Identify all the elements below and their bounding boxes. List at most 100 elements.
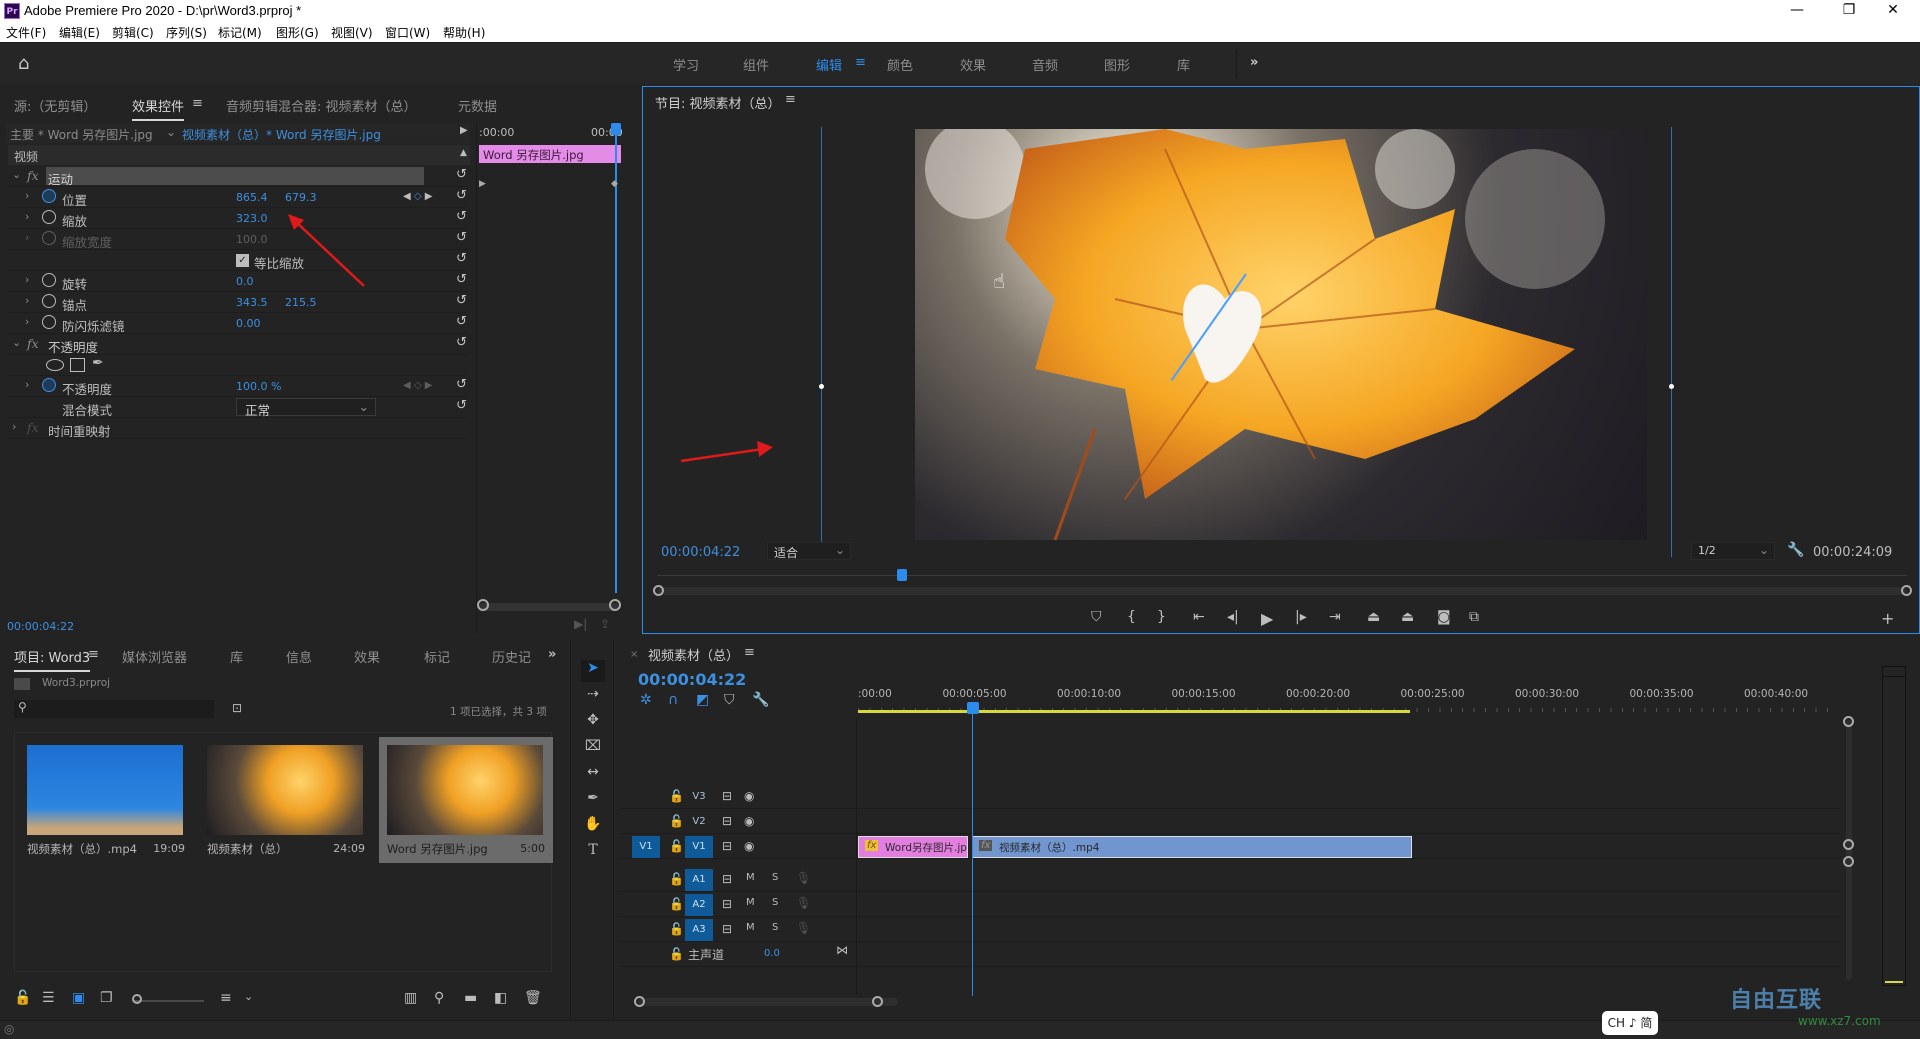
project-search-input[interactable]: ⚲ (14, 700, 214, 718)
workspace-editing[interactable]: 编辑 (816, 55, 842, 74)
restore-button[interactable]: ❐ (1826, 0, 1872, 22)
effect-motion[interactable]: ⌄ fx 运动 ↺ (8, 166, 468, 187)
resolution-select[interactable]: 1/2 ⌄ (1691, 542, 1775, 560)
vertical-scrollbar[interactable] (1846, 720, 1852, 980)
bounding-box-right[interactable] (1671, 127, 1672, 557)
zoom-slider-handle[interactable] (132, 994, 142, 1004)
solo-button[interactable]: S (772, 897, 778, 908)
blend-mode-select[interactable]: 正常 ⌄ (236, 398, 376, 418)
program-timecode[interactable]: 00:00:04:22 (661, 545, 740, 560)
mute-button[interactable]: M (746, 922, 755, 933)
minimize-button[interactable]: — (1774, 0, 1820, 22)
opacity-value[interactable]: 100.0 % (236, 380, 281, 393)
audio-track[interactable]: 🔓 A1 ⊟ M S 🎙 (620, 868, 1840, 892)
mini-playhead[interactable] (615, 123, 617, 593)
home-icon[interactable]: ⌂ (18, 55, 38, 73)
lock-icon[interactable]: 🔓 (669, 947, 684, 961)
solo-button[interactable]: S (772, 872, 778, 883)
sequence-clip-label[interactable]: 视频素材（总）* Word 另存图片.jpg (182, 126, 381, 143)
lift-icon[interactable]: ⏏ (1367, 609, 1380, 625)
expand-icon[interactable]: › (12, 420, 16, 433)
master-clip-label[interactable]: 主要 * Word 另存图片.jpg (10, 126, 153, 143)
project-item[interactable]: 视频素材（总）.mp4 19:09 (19, 737, 193, 863)
slip-tool-icon[interactable]: ↔ (581, 764, 605, 780)
workspace-learn[interactable]: 学习 (673, 55, 699, 74)
sync-lock-icon[interactable]: ⊟ (722, 814, 732, 828)
panel-menu-icon[interactable]: ≡ (785, 92, 796, 107)
microphone-icon[interactable]: 🎙 (796, 896, 811, 910)
audio-track[interactable]: 🔓 A3 ⊟ M S 🎙 (620, 918, 1840, 942)
sync-lock-icon[interactable]: ⊟ (722, 897, 732, 911)
reset-icon[interactable]: ↺ (456, 314, 467, 329)
zoom-slider[interactable] (134, 1000, 204, 1002)
sync-lock-icon[interactable]: ⊟ (722, 789, 732, 803)
toggle-timeline-icon[interactable]: ▶ (460, 125, 468, 136)
scroll-handle-top[interactable] (1843, 716, 1854, 727)
add-marker-icon[interactable]: ⛉ (724, 692, 735, 708)
microphone-icon[interactable]: 🎙 (796, 871, 811, 885)
filter-play-icon[interactable]: ▶| (574, 617, 587, 631)
fx-icon[interactable]: fx (27, 168, 39, 183)
checkbox[interactable]: ✓ (236, 254, 249, 267)
expand-icon[interactable]: › (25, 231, 29, 244)
selection-tool-icon[interactable]: ➤ (581, 660, 605, 682)
hand-tool-icon[interactable]: ✋ (581, 816, 605, 832)
scroll-handle-left[interactable] (653, 585, 664, 596)
fx-badge-icon[interactable]: fx (865, 840, 879, 851)
tab-project[interactable]: 项目: Word3 (14, 647, 91, 672)
razor-tool-icon[interactable]: ⌧ (581, 738, 605, 754)
property-value-1[interactable]: 323.0 (236, 212, 268, 225)
new-bin-icon[interactable]: ▬ (464, 990, 477, 1006)
fit-select[interactable]: 适合 ⌄ (767, 542, 851, 560)
tab-media-browser[interactable]: 媒体浏览器 (122, 647, 187, 666)
microphone-icon[interactable]: 🎙 (796, 921, 811, 935)
new-item-icon[interactable]: ◧ (494, 990, 507, 1006)
scroll-handle-audio[interactable] (1843, 856, 1854, 867)
tab-metadata[interactable]: 元数据 (458, 96, 497, 115)
effect-timecode[interactable]: 00:00:04:22 (7, 620, 74, 633)
transform-handle[interactable] (819, 384, 824, 389)
step-back-icon[interactable]: ◂| (1227, 609, 1239, 625)
workspace-graphics[interactable]: 图形 (1104, 55, 1130, 74)
reset-icon[interactable]: ↺ (456, 230, 467, 245)
project-item[interactable]: 视频素材（总） 24:09 (199, 737, 373, 863)
ripple-edit-tool-icon[interactable]: ✥ (581, 712, 605, 728)
video-frame[interactable]: ☝ (915, 129, 1647, 540)
mini-zoom-scrollbar[interactable] (479, 603, 619, 611)
mark-in-icon[interactable]: { (1127, 609, 1136, 625)
mute-button[interactable]: M (746, 872, 755, 883)
item-thumbnail[interactable] (27, 745, 183, 835)
work-area-bar[interactable] (858, 710, 1410, 713)
project-item[interactable]: Word 另存图片.jpg 5:00 (379, 737, 553, 863)
linked-selection-icon[interactable]: ◩ (696, 692, 709, 708)
scroll-handle-right[interactable] (609, 599, 621, 611)
button-editor-icon[interactable]: + (1881, 609, 1894, 628)
creative-cloud-icon[interactable]: ◎ (4, 1022, 14, 1036)
lock-icon[interactable]: 🔓 (669, 897, 684, 911)
tab-audio-mixer[interactable]: 音频剪辑混合器: 视频素材（总） (226, 96, 417, 115)
menu-window[interactable]: 窗口(W) (385, 24, 430, 41)
trash-icon[interactable]: 🗑 (524, 990, 542, 1006)
timeline-timecode[interactable]: 00:00:04:22 (638, 670, 746, 689)
property-value-2[interactable]: 215.5 (285, 296, 317, 309)
go-to-in-icon[interactable]: ⇤ (1193, 609, 1205, 625)
sync-lock-icon[interactable]: ⊟ (722, 922, 732, 936)
type-tool-icon[interactable]: T (581, 842, 605, 858)
menu-graphics[interactable]: 图形(G) (276, 24, 319, 41)
stopwatch-icon[interactable] (42, 378, 56, 392)
list-view-icon[interactable]: ☰ (42, 990, 55, 1006)
sequence-tab[interactable]: 视频素材（总） (648, 645, 739, 664)
extract-icon[interactable]: ⏏ (1401, 609, 1414, 625)
workspace-audio[interactable]: 音频 (1032, 55, 1058, 74)
reset-icon[interactable]: ↺ (456, 398, 467, 413)
menu-help[interactable]: 帮助(H) (443, 24, 485, 41)
master-volume[interactable]: 0.0 (764, 948, 780, 959)
tab-history[interactable]: 历史记 (492, 647, 531, 666)
collapse-icon[interactable]: ⌄ (12, 168, 21, 181)
timeline-clip[interactable]: fx 视频素材（总）.mp4 (972, 836, 1412, 858)
property-value-1[interactable]: 865.4 (236, 191, 268, 204)
keyframe-marker-icon[interactable]: ◆ (611, 179, 618, 189)
go-to-out-icon[interactable]: ⇥ (1329, 609, 1341, 625)
tab-markers[interactable]: 标记 (424, 647, 450, 666)
tab-effects[interactable]: 效果 (354, 647, 380, 666)
